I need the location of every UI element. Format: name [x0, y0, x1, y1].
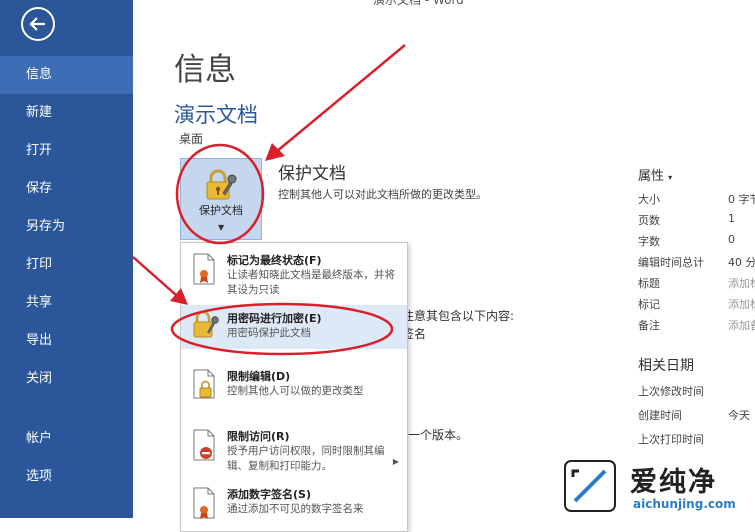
menu-item-title: 限制访问(R): [227, 430, 290, 443]
property-label: 大小: [638, 193, 660, 206]
watermark-url: aichunjing.com: [633, 497, 736, 511]
property-label: 标记: [638, 298, 660, 311]
protect-document-button[interactable]: 保护文档 ▼: [180, 158, 262, 240]
final-document-icon: [193, 253, 215, 285]
menu-item-encrypt-with-password[interactable]: 用密码进行加密(E) 用密码保护此文档: [181, 305, 407, 349]
menu-item-description: 通过添加不可见的数字签名来: [227, 503, 364, 515]
date-value: 今天: [728, 409, 750, 422]
annotation-arrow: [132, 256, 177, 296]
sidebar-item-open[interactable]: 打开: [0, 132, 133, 170]
sidebar-item-print[interactable]: 打印: [0, 246, 133, 284]
property-value: 0 字节: [728, 193, 755, 206]
menu-item-add-digital-signature[interactable]: 添加数字签名(S) 通过添加不可见的数字签名来: [181, 481, 407, 531]
chevron-down-icon: ▾: [668, 173, 673, 182]
chevron-down-icon: ▼: [218, 223, 225, 232]
menu-item-title: 标记为最终状态(F): [227, 254, 322, 267]
menu-item-restrict-access[interactable]: 限制访问(R) 授予用户访问权限，同时限制其编辑、复制和打印能力。 ▶: [181, 423, 407, 483]
restrict-editing-icon: [193, 369, 215, 399]
date-label: 上次打印时间: [638, 433, 704, 446]
property-value: 0: [728, 233, 735, 246]
property-value: 40 分钟: [728, 256, 755, 269]
comments-property-input[interactable]: 添加备注: [728, 317, 755, 333]
property-label: 页数: [638, 214, 660, 227]
window-title: 演示文档 - Word: [373, 0, 464, 7]
sidebar-item-account[interactable]: 帐户: [0, 420, 133, 458]
sidebar-item-share[interactable]: 共享: [0, 284, 133, 322]
lock-key-icon: [206, 169, 237, 200]
properties-label: 属性: [638, 169, 665, 184]
date-label: 创建时间: [638, 409, 682, 422]
related-dates-heading: 相关日期: [638, 358, 694, 374]
sidebar-item-info[interactable]: 信息: [0, 56, 133, 94]
property-value: 1: [728, 212, 735, 225]
menu-item-title: 用密码进行加密(E): [227, 312, 322, 325]
menu-item-description: 授予用户访问权限，同时限制其编辑、复制和打印能力。: [227, 445, 385, 472]
backstage-sidebar: 信息 新建 打开 保存 另存为 打印 共享 导出 关闭 帐户 选项: [0, 0, 133, 518]
annotation-arrow: [275, 44, 406, 153]
protect-document-button-label: 保护文档: [199, 204, 243, 217]
menu-item-restrict-editing[interactable]: 限制编辑(D) 控制其他人可以做的更改类型: [181, 363, 407, 407]
tags-property-input[interactable]: 添加标记: [728, 296, 755, 312]
sidebar-item-export[interactable]: 导出: [0, 322, 133, 360]
protect-document-heading: 保护文档: [278, 164, 346, 184]
menu-item-title: 添加数字签名(S): [227, 488, 311, 501]
protect-document-description: 控制其他人可以对此文档所做的更改类型。: [278, 188, 487, 201]
property-label: 字数: [638, 235, 660, 248]
page-title: 信息: [174, 52, 236, 88]
lock-key-icon: [193, 310, 219, 338]
menu-item-description: 用密码保护此文档: [227, 327, 311, 339]
document-location: 桌面: [179, 132, 204, 146]
properties-heading[interactable]: 属性 ▾: [638, 165, 672, 184]
sidebar-item-new[interactable]: 新建: [0, 94, 133, 132]
back-button[interactable]: [21, 7, 55, 41]
menu-item-title: 限制编辑(D): [227, 370, 291, 383]
document-name: 演示文档: [174, 103, 258, 127]
title-property-input[interactable]: 添加标题: [728, 275, 755, 291]
menu-item-mark-as-final[interactable]: 标记为最终状态(F) 让读者知晓此文档是最终版本，并将其设为只读: [181, 247, 407, 303]
property-label: 编辑时间总计: [638, 256, 704, 269]
sidebar-item-save-as[interactable]: 另存为: [0, 208, 133, 246]
watermark-brand: 爱纯净: [630, 467, 717, 498]
property-label: 备注: [638, 319, 660, 332]
date-label: 上次修改时间: [638, 385, 704, 398]
digital-signature-icon: [193, 487, 215, 519]
back-arrow-icon: [29, 17, 45, 31]
protect-document-menu: 标记为最终状态(F) 让读者知晓此文档是最终版本，并将其设为只读 用密码进行加密…: [180, 242, 408, 532]
chevron-right-icon: ▶: [392, 457, 399, 466]
property-label: 标题: [638, 277, 660, 290]
restrict-access-icon: [193, 429, 215, 461]
versions-text: 一个版本。: [408, 428, 469, 442]
sidebar-item-close[interactable]: 关闭: [0, 360, 133, 398]
sidebar-item-save[interactable]: 保存: [0, 170, 133, 208]
inspect-document-text: 注意其包含以下内容:: [402, 309, 515, 323]
menu-item-description: 控制其他人可以做的更改类型: [227, 385, 364, 397]
menu-item-description: 让读者知晓此文档是最终版本，并将其设为只读: [227, 269, 395, 296]
sidebar-item-options[interactable]: 选项: [0, 458, 133, 496]
